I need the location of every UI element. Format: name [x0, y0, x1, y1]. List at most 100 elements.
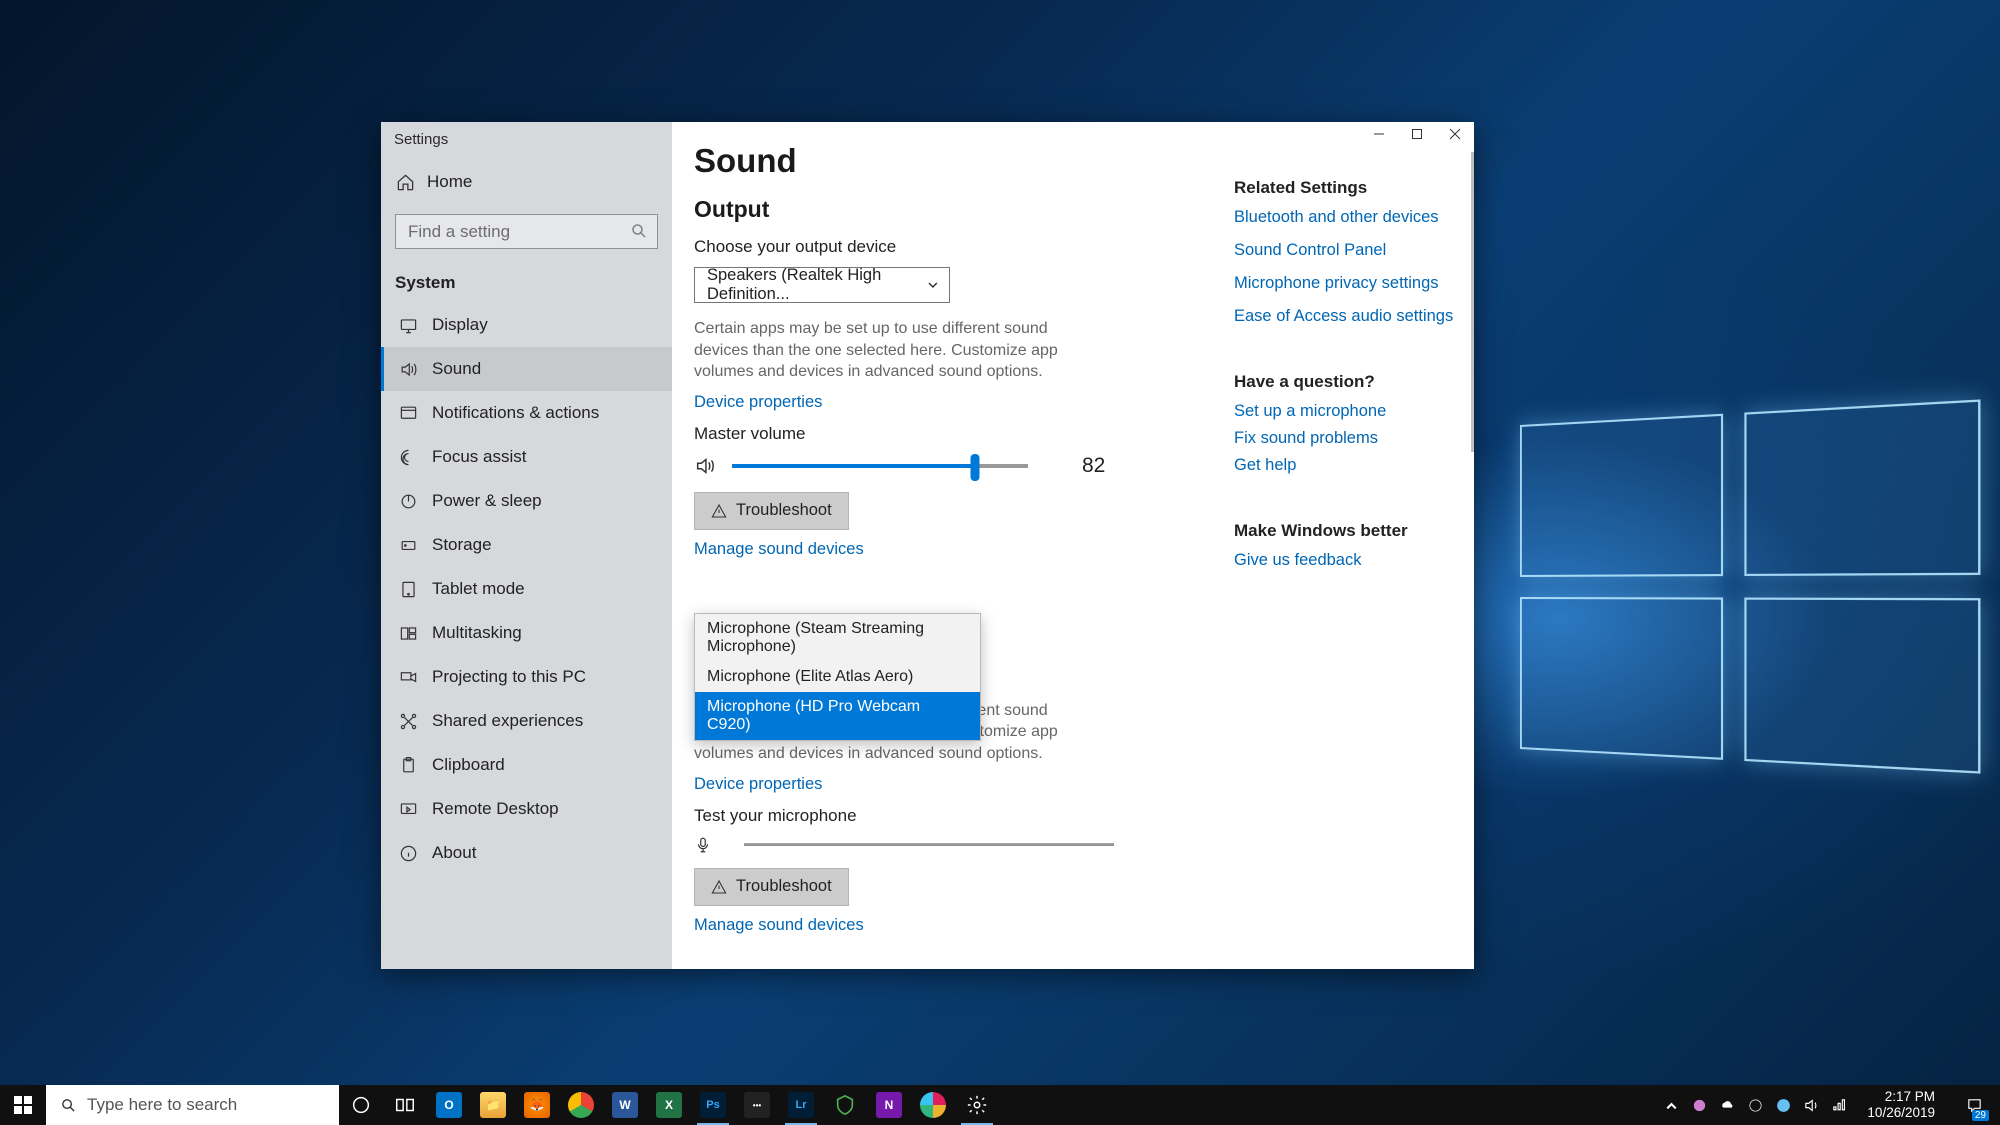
- sidebar-item-label: Display: [432, 315, 488, 335]
- taskbar-app-outlook[interactable]: O: [427, 1085, 471, 1125]
- task-view-button[interactable]: [383, 1085, 427, 1125]
- sidebar-item-clipboard[interactable]: Clipboard: [381, 743, 672, 787]
- volume-slider[interactable]: [732, 464, 1028, 468]
- taskbar-app-generic1[interactable]: •••: [735, 1085, 779, 1125]
- question-link-setup-mic[interactable]: Set up a microphone: [1234, 402, 1454, 421]
- search-icon: [60, 1097, 77, 1114]
- related-heading: Related Settings: [1234, 178, 1454, 198]
- taskbar-clock[interactable]: 2:17 PM 10/26/2019: [1859, 1089, 1943, 1120]
- sidebar-item-display[interactable]: Display: [381, 303, 672, 347]
- taskbar-app-defender[interactable]: [823, 1085, 867, 1125]
- steam-icon[interactable]: [1775, 1097, 1792, 1114]
- sidebar-search[interactable]: [395, 214, 658, 249]
- taskbar: Type here to search O 📁 🦊 W X Ps ••• Lr …: [0, 1085, 2000, 1125]
- input-manage-link[interactable]: Manage sound devices: [694, 916, 1234, 935]
- related-link-bluetooth[interactable]: Bluetooth and other devices: [1234, 208, 1454, 227]
- gear-icon: [966, 1094, 988, 1116]
- taskbar-search[interactable]: Type here to search: [46, 1085, 339, 1125]
- search-icon: [630, 222, 648, 240]
- sidebar-item-label: Notifications & actions: [432, 403, 599, 423]
- power-icon: [399, 492, 418, 511]
- maximize-button[interactable]: [1398, 122, 1436, 146]
- window-title: Settings: [381, 122, 672, 144]
- taskbar-app-slack[interactable]: [911, 1085, 955, 1125]
- action-center-button[interactable]: 29: [1954, 1085, 1994, 1125]
- question-link-fix-sound[interactable]: Fix sound problems: [1234, 429, 1454, 448]
- output-device-value: Speakers (Realtek High Definition...: [707, 266, 927, 304]
- output-device-combo[interactable]: Speakers (Realtek High Definition...: [694, 267, 950, 303]
- sidebar-item-label: Projecting to this PC: [432, 667, 586, 687]
- onedrive-icon[interactable]: [1719, 1097, 1736, 1114]
- input-troubleshoot-button[interactable]: Troubleshoot: [694, 868, 849, 906]
- sidebar-item-sound[interactable]: Sound: [381, 347, 672, 391]
- storage-icon: [399, 536, 418, 555]
- taskbar-app-chrome[interactable]: [559, 1085, 603, 1125]
- feedback-link[interactable]: Give us feedback: [1234, 551, 1454, 570]
- sidebar-item-remote-desktop[interactable]: Remote Desktop: [381, 787, 672, 831]
- tray-speaker-icon[interactable]: [1803, 1097, 1820, 1114]
- taskbar-app-firefox[interactable]: 🦊: [515, 1085, 559, 1125]
- start-button[interactable]: [0, 1085, 46, 1125]
- sidebar-item-multitasking[interactable]: Multitasking: [381, 611, 672, 655]
- cortana-button[interactable]: [339, 1085, 383, 1125]
- output-troubleshoot-button[interactable]: Troubleshoot: [694, 492, 849, 530]
- input-device-dropdown[interactable]: Microphone (Steam Streaming Microphone) …: [694, 613, 981, 741]
- taskbar-app-photoshop[interactable]: Ps: [691, 1085, 735, 1125]
- notification-badge: 29: [1972, 1110, 1989, 1121]
- output-description: Certain apps may be set up to use differ…: [694, 318, 1104, 383]
- sidebar-home-label: Home: [427, 172, 472, 192]
- tray-expand-icon[interactable]: [1663, 1097, 1680, 1114]
- sidebar-home[interactable]: Home: [381, 144, 672, 206]
- sidebar-search-input[interactable]: [395, 214, 658, 249]
- scrollbar[interactable]: [1471, 152, 1474, 452]
- taskbar-app-explorer[interactable]: 📁: [471, 1085, 515, 1125]
- related-link-ease-of-access[interactable]: Ease of Access audio settings: [1234, 307, 1454, 326]
- sidebar-item-label: Shared experiences: [432, 711, 583, 731]
- output-manage-link[interactable]: Manage sound devices: [694, 540, 1234, 559]
- taskbar-app-lightroom[interactable]: Lr: [779, 1085, 823, 1125]
- taskbar-app-onenote[interactable]: N: [867, 1085, 911, 1125]
- dropdown-option-selected[interactable]: Microphone (HD Pro Webcam C920): [695, 692, 980, 740]
- dropdown-option[interactable]: Microphone (Steam Streaming Microphone): [695, 614, 980, 662]
- dropdown-option[interactable]: Microphone (Elite Atlas Aero): [695, 662, 980, 692]
- sidebar-item-label: Multitasking: [432, 623, 522, 643]
- chevron-down-icon: [927, 278, 939, 292]
- sidebar-item-power-sleep[interactable]: Power & sleep: [381, 479, 672, 523]
- sidebar-item-projecting[interactable]: Projecting to this PC: [381, 655, 672, 699]
- clock-date: 10/26/2019: [1867, 1105, 1935, 1121]
- warning-icon: [711, 879, 727, 895]
- taskbar-app-word[interactable]: W: [603, 1085, 647, 1125]
- output-choose-label: Choose your output device: [694, 237, 1234, 257]
- settings-window: Settings Home System Display Sound Notif…: [381, 122, 1474, 969]
- sidebar-item-label: Sound: [432, 359, 481, 379]
- related-link-sound-control-panel[interactable]: Sound Control Panel: [1234, 241, 1454, 260]
- question-link-get-help[interactable]: Get help: [1234, 456, 1454, 475]
- warning-icon: [711, 503, 727, 519]
- notifications-icon: [399, 404, 418, 423]
- tablet-icon: [399, 580, 418, 599]
- sidebar-item-shared-experiences[interactable]: Shared experiences: [381, 699, 672, 743]
- tray-icon[interactable]: [1747, 1097, 1764, 1114]
- sidebar-item-label: About: [432, 843, 476, 863]
- close-button[interactable]: [1436, 122, 1474, 146]
- sidebar-item-about[interactable]: About: [381, 831, 672, 875]
- tray-icon[interactable]: [1691, 1097, 1708, 1114]
- clipboard-icon: [399, 756, 418, 775]
- minimize-button[interactable]: [1360, 122, 1398, 146]
- sound-icon: [399, 360, 418, 379]
- sidebar-item-tablet-mode[interactable]: Tablet mode: [381, 567, 672, 611]
- home-icon: [396, 173, 415, 192]
- sidebar-item-storage[interactable]: Storage: [381, 523, 672, 567]
- taskbar-app-settings[interactable]: [955, 1085, 999, 1125]
- task-view-icon: [394, 1094, 416, 1116]
- focus-assist-icon: [399, 448, 418, 467]
- input-device-properties-link[interactable]: Device properties: [694, 775, 1234, 794]
- related-link-mic-privacy[interactable]: Microphone privacy settings: [1234, 274, 1454, 293]
- sidebar-item-focus-assist[interactable]: Focus assist: [381, 435, 672, 479]
- tray-network-icon[interactable]: [1831, 1097, 1848, 1114]
- display-icon: [399, 316, 418, 335]
- sidebar-nav: Display Sound Notifications & actions Fo…: [381, 303, 672, 875]
- output-device-properties-link[interactable]: Device properties: [694, 393, 1234, 412]
- sidebar-item-notifications[interactable]: Notifications & actions: [381, 391, 672, 435]
- taskbar-app-excel[interactable]: X: [647, 1085, 691, 1125]
